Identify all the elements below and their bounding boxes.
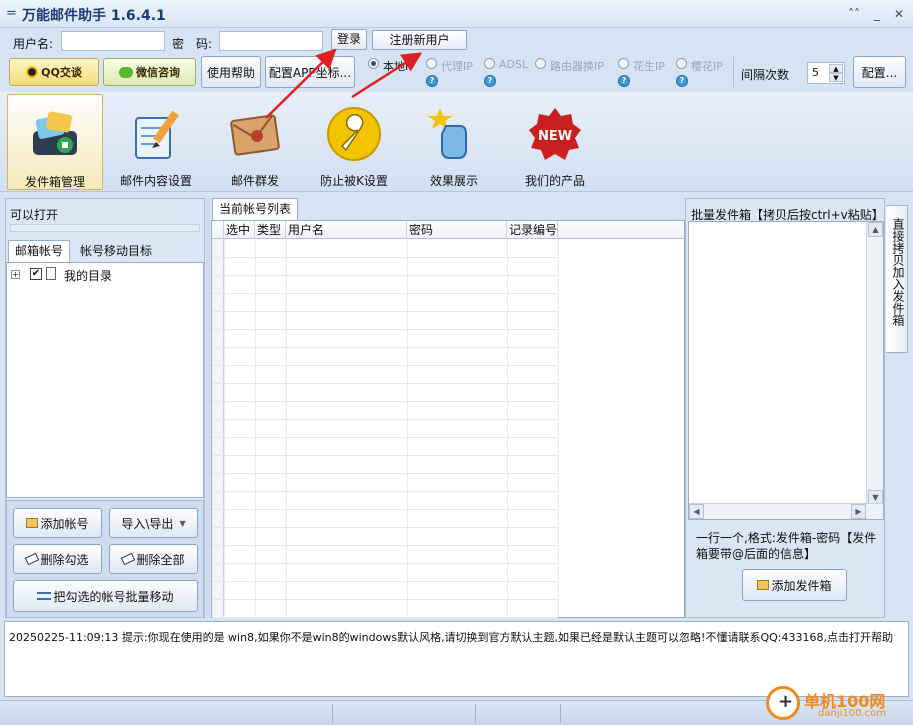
annotation-arrows: [265, 48, 423, 119]
annotation-arrow: [265, 48, 337, 119]
annotation-arrow: [351, 52, 423, 99]
